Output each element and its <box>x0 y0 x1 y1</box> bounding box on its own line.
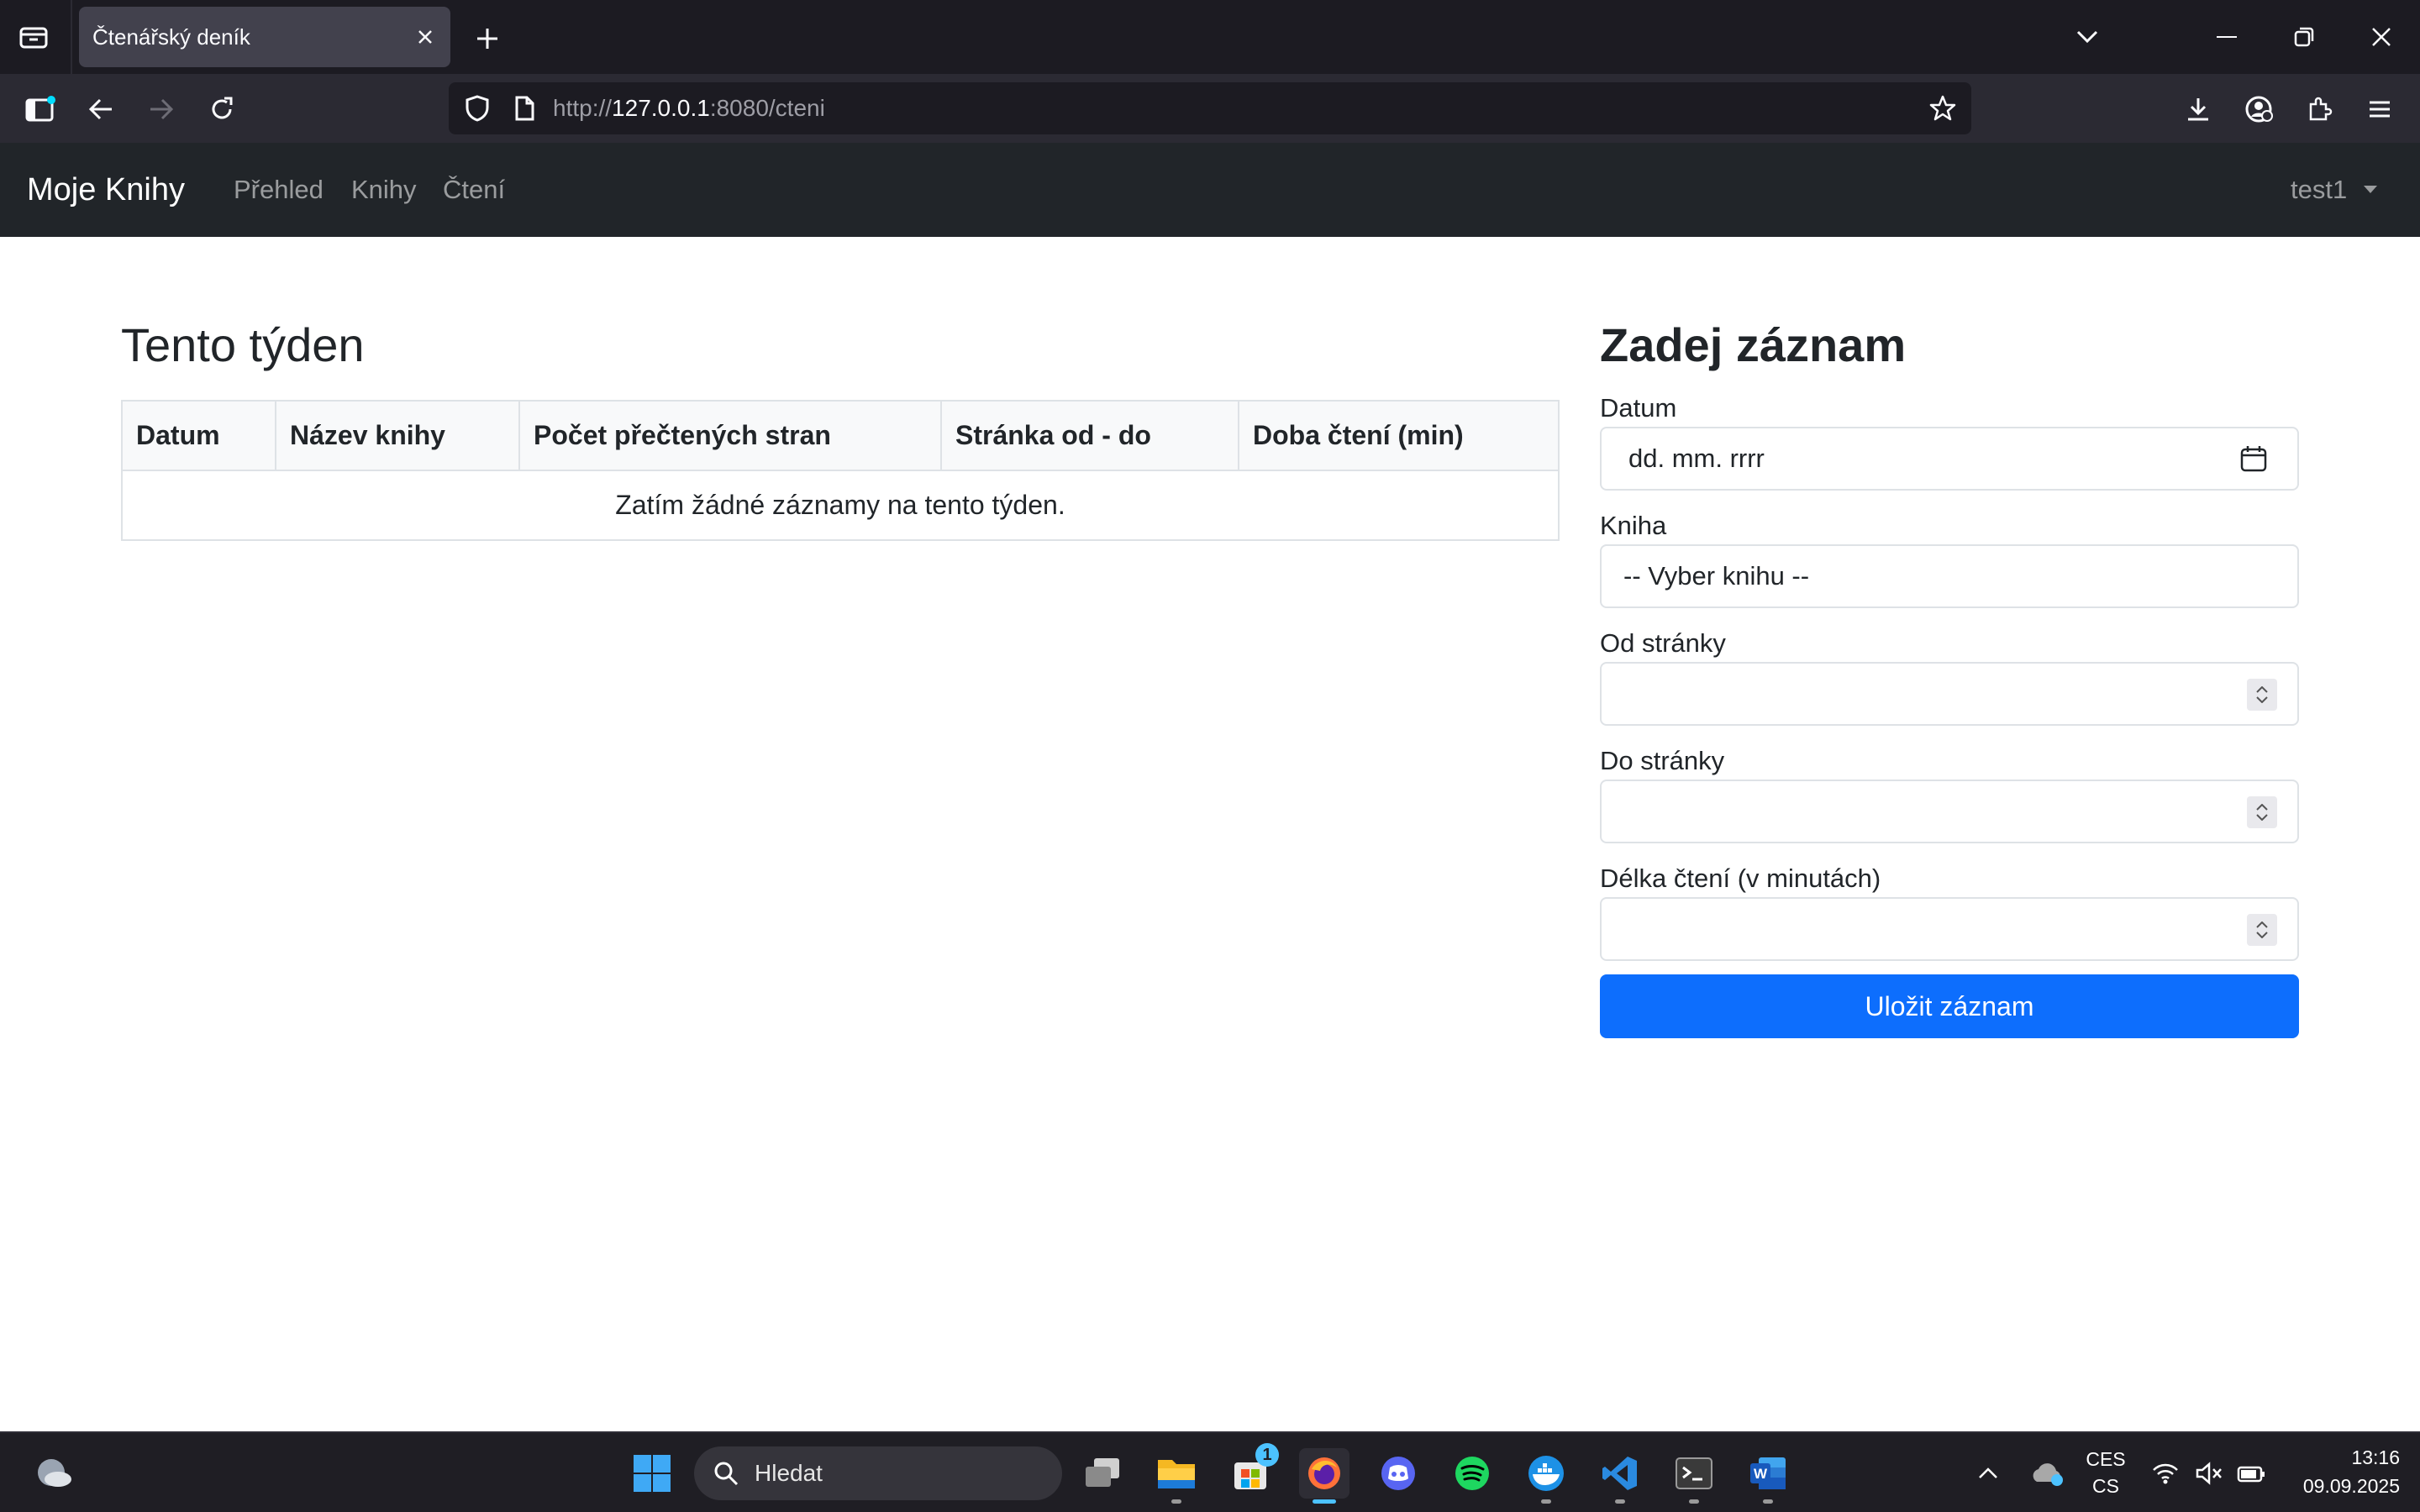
from-page-spinner-icon[interactable] <box>2247 679 2277 711</box>
user-dropdown-caret-icon[interactable] <box>2364 186 2377 193</box>
page-info-icon[interactable] <box>504 88 544 129</box>
vscode-running-indicator <box>1615 1499 1625 1504</box>
week-table: Datum Název knihy Počet přečtených stran… <box>121 400 1560 541</box>
windows-taskbar: Hledat 1 W CES CS 13:16 09.09.2025 <box>0 1431 2420 1512</box>
to-page-spinner-icon[interactable] <box>2247 796 2277 828</box>
browser-toolbar: http://127.0.0.1:8080/cteni <box>0 74 2420 143</box>
docker-running-indicator <box>1541 1499 1551 1504</box>
date-placeholder: dd. mm. rrrr <box>1628 444 1765 473</box>
microsoft-store-icon[interactable]: 1 <box>1225 1443 1279 1499</box>
book-select[interactable]: -- Vyber knihu -- <box>1600 544 2299 608</box>
empty-table-message: Zatím žádné záznamy na tento týden. <box>615 490 1065 520</box>
downloads-icon[interactable] <box>2178 89 2218 129</box>
url-bar[interactable]: http://127.0.0.1:8080/cteni <box>449 82 1971 134</box>
file-explorer-icon[interactable] <box>1151 1448 1202 1504</box>
task-view-icon[interactable] <box>1077 1448 1128 1499</box>
forward-arrow-icon <box>141 89 182 129</box>
app-navbar: Moje Knihy Přehled Knihy Čtení test1 <box>0 143 2420 237</box>
weather-widget-icon[interactable] <box>29 1448 79 1499</box>
vscode-icon[interactable] <box>1595 1448 1645 1504</box>
svg-text:W: W <box>1754 1466 1768 1482</box>
search-placeholder: Hledat <box>755 1460 823 1486</box>
column-header-stranka-od-do: Stránka od - do <box>941 402 1239 471</box>
from-page-input[interactable] <box>1600 662 2299 726</box>
duration-input[interactable] <box>1600 897 2299 961</box>
column-header-datum: Datum <box>123 402 276 471</box>
calendar-icon[interactable] <box>2238 444 2269 474</box>
to-page-label: Do stránky <box>1600 746 1725 775</box>
duration-label: Délka čtení (v minutách) <box>1600 864 1881 893</box>
show-hidden-icons-chevron-icon[interactable] <box>1963 1448 2013 1499</box>
url-text: http://127.0.0.1:8080/cteni <box>553 82 825 134</box>
docker-icon[interactable] <box>1521 1448 1571 1504</box>
date-input[interactable]: dd. mm. rrrr <box>1600 427 2299 491</box>
start-windows-icon[interactable] <box>627 1448 677 1499</box>
word-running-indicator <box>1763 1499 1773 1504</box>
week-heading: Tento týden <box>121 318 365 371</box>
keyboard-layout-code[interactable]: CS <box>2077 1475 2134 1498</box>
sidebar-toggle-icon[interactable] <box>20 89 60 129</box>
volume-muted-icon[interactable] <box>2188 1448 2230 1499</box>
window-close-icon[interactable] <box>2363 18 2400 55</box>
app-menu-hamburger-icon[interactable] <box>2360 89 2400 129</box>
from-page-label: Od stránky <box>1600 628 1726 658</box>
tracking-shield-icon[interactable] <box>457 88 497 129</box>
window-minimize-icon[interactable] <box>2208 18 2245 55</box>
window-restore-icon[interactable] <box>2286 18 2323 55</box>
brand-link[interactable]: Moje Knihy <box>27 143 185 237</box>
column-header-doba-cteni: Doba čtení (min) <box>1239 402 1558 471</box>
table-header-row: Datum Název knihy Počet přečtených stran… <box>123 402 1558 471</box>
active-tab[interactable]: Čtenářský deník <box>79 7 450 67</box>
book-label: Kniha <box>1600 511 1667 540</box>
duration-spinner-icon[interactable] <box>2247 914 2277 946</box>
bookmark-star-icon[interactable] <box>1923 88 1963 129</box>
taskbar-search[interactable]: Hledat <box>694 1446 1062 1500</box>
url-host: 127.0.0.1 <box>612 95 710 121</box>
spotify-icon[interactable] <box>1447 1448 1497 1499</box>
tab-close-icon[interactable] <box>412 24 439 50</box>
discord-icon[interactable] <box>1373 1448 1423 1499</box>
terminal-icon[interactable] <box>1669 1448 1719 1504</box>
book-selected-value: -- Vyber knihu -- <box>1623 561 1810 591</box>
browser-tab-bar: Čtenářský deník <box>0 0 2420 74</box>
store-notification-badge: 1 <box>1255 1443 1279 1467</box>
terminal-running-indicator <box>1689 1499 1699 1504</box>
url-prefix: http:// <box>553 95 613 121</box>
clock-time[interactable]: 13:16 <box>2282 1446 2400 1469</box>
save-entry-button[interactable]: Uložit záznam <box>1600 974 2299 1038</box>
to-page-input[interactable] <box>1600 780 2299 843</box>
column-header-nazev: Název knihy <box>276 402 520 471</box>
battery-icon[interactable] <box>2230 1448 2272 1499</box>
back-arrow-icon[interactable] <box>81 89 121 129</box>
date-label: Datum <box>1600 393 1677 423</box>
user-dropdown[interactable]: test1 <box>2291 143 2347 237</box>
firefox-active-indicator <box>1313 1499 1336 1504</box>
word-icon[interactable]: W <box>1743 1448 1793 1504</box>
column-header-pocet-stran: Počet přečtených stran <box>519 402 942 471</box>
nav-link-cteni[interactable]: Čtení <box>443 143 505 237</box>
tab-title: Čtenářský deník <box>92 24 250 50</box>
firefox-icon[interactable] <box>1299 1448 1349 1504</box>
onedrive-cloud-icon[interactable] <box>2022 1448 2072 1499</box>
form-heading: Zadej záznam <box>1600 318 1907 371</box>
reload-icon[interactable] <box>202 89 242 129</box>
tab-separator <box>71 0 72 74</box>
table-row: Zatím žádné záznamy na tento týden. <box>123 470 1558 539</box>
explorer-running-indicator <box>1171 1499 1181 1504</box>
wifi-icon[interactable] <box>2144 1448 2186 1499</box>
nav-link-knihy[interactable]: Knihy <box>351 143 417 237</box>
search-icon <box>711 1458 741 1488</box>
nav-link-prehled[interactable]: Přehled <box>234 143 324 237</box>
new-tab-plus-icon[interactable] <box>469 20 506 57</box>
url-path: :8080/cteni <box>709 95 825 121</box>
list-all-tabs-chevron-icon[interactable] <box>2069 18 2106 55</box>
extensions-icon[interactable] <box>2299 89 2339 129</box>
clock-date[interactable]: 09.09.2025 <box>2282 1475 2400 1498</box>
input-language-code[interactable]: CES <box>2077 1448 2134 1471</box>
tab-overview-icon[interactable] <box>15 20 52 54</box>
account-icon[interactable] <box>2238 89 2279 129</box>
